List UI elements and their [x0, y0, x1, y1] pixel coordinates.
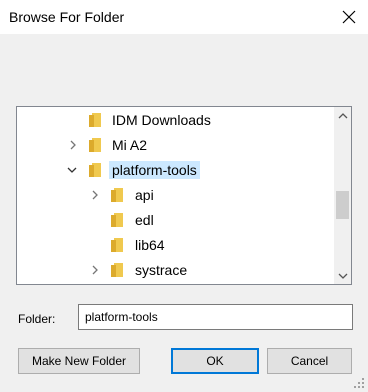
- resize-grip-icon: [354, 378, 364, 388]
- folder-icon: [109, 262, 125, 278]
- ok-button[interactable]: OK: [171, 348, 259, 374]
- cancel-label: Cancel: [290, 354, 329, 368]
- tree-item-label: lib64: [135, 237, 165, 253]
- tree-item-api[interactable]: api: [17, 183, 329, 207]
- tree-item-edl[interactable]: edl: [17, 208, 329, 232]
- chevron-right-icon[interactable]: [89, 264, 101, 276]
- vertical-scrollbar[interactable]: [334, 107, 351, 284]
- tree-item-label: api: [135, 187, 154, 203]
- tree-item-mi-a2[interactable]: Mi A2: [17, 133, 329, 157]
- title-bar: Browse For Folder: [0, 0, 368, 34]
- tree-item-idm-downloads[interactable]: IDM Downloads: [17, 108, 329, 132]
- scroll-thumb[interactable]: [336, 191, 349, 219]
- tree-item-label: edl: [135, 212, 154, 228]
- folder-tree[interactable]: IDM Downloads Mi A2 platform-tools api e…: [16, 106, 352, 285]
- tree-item-systrace[interactable]: systrace: [17, 258, 329, 282]
- tree-item-label: Mi A2: [112, 137, 148, 153]
- close-icon: [342, 10, 356, 24]
- tree-item-label: systrace: [135, 262, 188, 278]
- make-new-folder-button[interactable]: Make New Folder: [18, 348, 140, 374]
- chevron-right-icon[interactable]: [89, 189, 101, 201]
- cancel-button[interactable]: Cancel: [267, 348, 352, 374]
- folder-icon: [109, 187, 125, 203]
- resize-grip[interactable]: [353, 377, 365, 389]
- scroll-down-button[interactable]: [334, 267, 351, 284]
- browse-for-folder-dialog: Browse For Folder IDM Downloads Mi A2 pl…: [0, 0, 368, 392]
- tree-item-label: platform-tools: [109, 161, 200, 179]
- folder-icon: [87, 137, 103, 153]
- folder-icon: [87, 162, 103, 178]
- tree-item-label: IDM Downloads: [112, 112, 211, 128]
- folder-input[interactable]: [78, 304, 353, 330]
- chevron-right-icon[interactable]: [67, 139, 79, 151]
- scroll-up-button[interactable]: [334, 107, 351, 124]
- folder-icon: [87, 112, 103, 128]
- chevron-down-icon: [338, 273, 347, 279]
- chevron-up-icon: [338, 112, 347, 118]
- tree-item-platform-tools[interactable]: platform-tools: [17, 158, 329, 182]
- window-title: Browse For Folder: [9, 9, 125, 25]
- ok-label: OK: [206, 354, 224, 368]
- folder-field-label: Folder:: [18, 312, 56, 326]
- tree-item-lib64[interactable]: lib64: [17, 233, 329, 257]
- folder-icon: [109, 212, 125, 228]
- close-button[interactable]: [334, 2, 364, 32]
- folder-icon: [109, 237, 125, 253]
- chevron-down-icon[interactable]: [66, 164, 78, 176]
- make-new-folder-label: Make New Folder: [31, 354, 127, 368]
